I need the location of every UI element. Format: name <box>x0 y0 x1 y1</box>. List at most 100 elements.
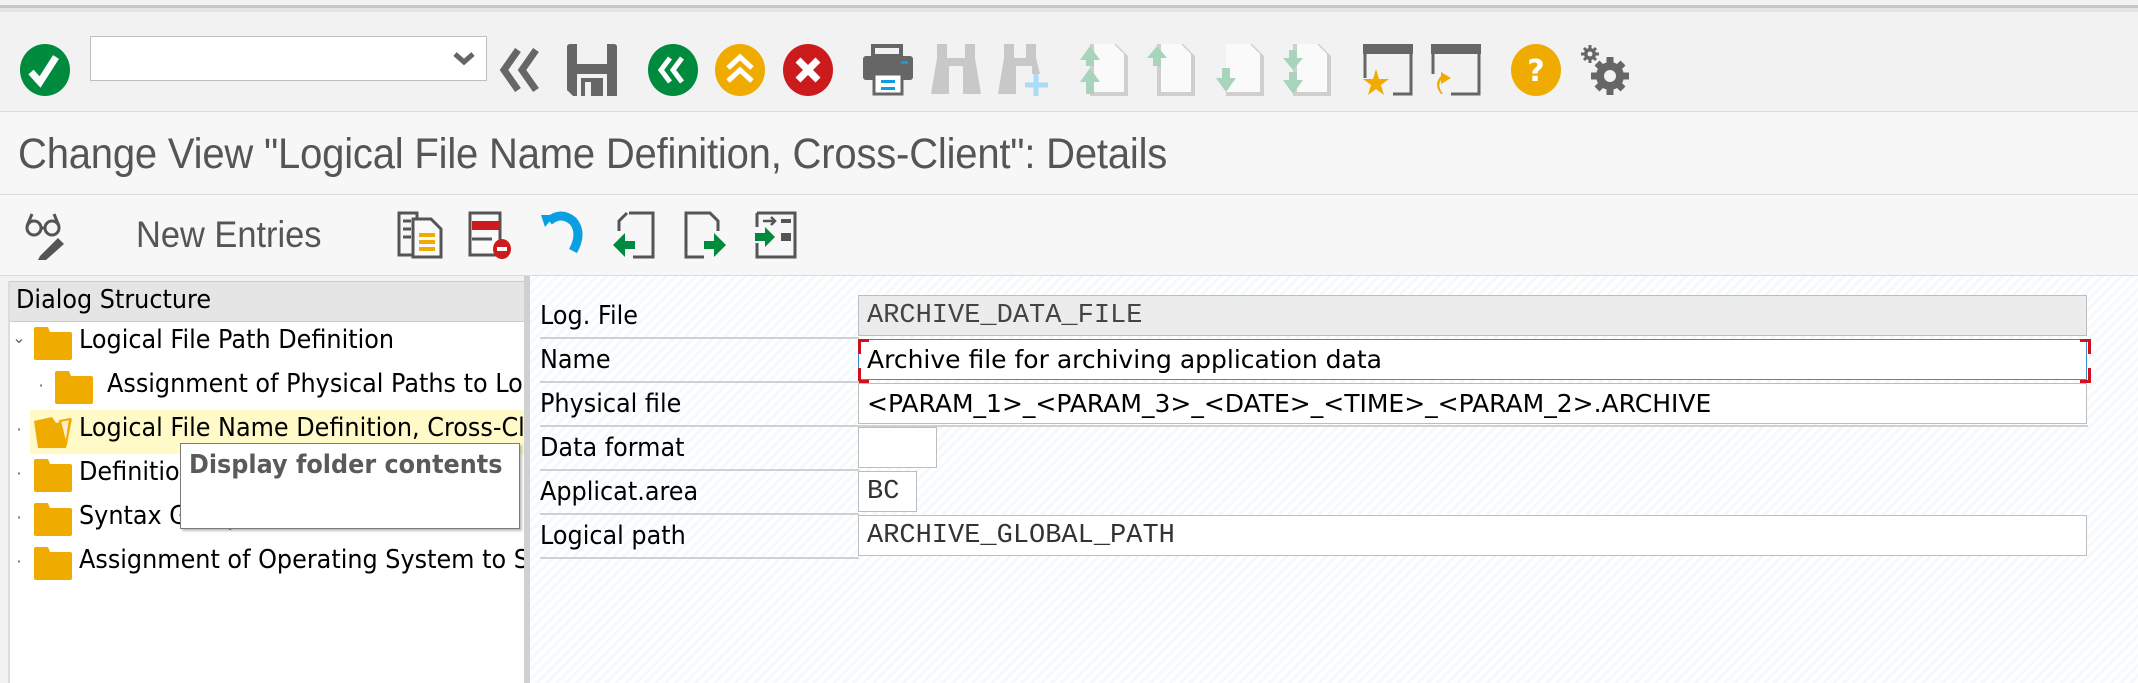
tree-leaf-marker: · <box>16 552 22 571</box>
find-next-button[interactable] <box>998 44 1048 96</box>
create-shortcut-button[interactable] <box>1431 44 1481 96</box>
previous-entry-icon <box>613 211 655 259</box>
first-page-button[interactable] <box>1080 44 1130 96</box>
first-page-icon <box>1080 44 1128 96</box>
previous-page-icon <box>1147 44 1195 96</box>
tooltip-text: Display folder contents <box>189 450 503 480</box>
back-circle-icon <box>648 44 698 96</box>
title-bar: Change View "Logical File Name Definitio… <box>0 112 2138 195</box>
folder-closed-icon <box>34 503 72 536</box>
delete-button[interactable] <box>466 209 516 261</box>
help-circle-icon: ? <box>1511 44 1561 96</box>
copy-as-button[interactable] <box>395 209 445 261</box>
tooltip: Display folder contents <box>180 443 520 529</box>
printer-icon <box>863 44 913 96</box>
next-page-button[interactable] <box>1216 44 1266 96</box>
find-button[interactable] <box>931 44 981 96</box>
delete-row-icon <box>468 211 511 259</box>
physical-file-field[interactable] <box>858 383 2087 424</box>
back-button[interactable] <box>648 44 698 96</box>
data-format-field[interactable] <box>858 427 937 468</box>
command-field[interactable] <box>90 36 487 81</box>
logical-path-label: Logical path <box>540 521 686 551</box>
select-entries-icon <box>755 211 797 259</box>
focus-corner <box>858 368 869 383</box>
page-title: Change View "Logical File Name Definitio… <box>18 130 1168 178</box>
help-button[interactable]: ? <box>1511 44 1561 96</box>
floppy-disk-icon <box>567 44 617 96</box>
tree-item-assignment-physical-paths[interactable]: · Assignment of Physical Paths to Logica… <box>10 366 524 410</box>
collapse-command-field-button[interactable] <box>496 44 546 96</box>
folder-closed-icon <box>55 371 93 404</box>
previous-entry-button[interactable] <box>609 209 659 261</box>
cancel-button[interactable] <box>783 44 833 96</box>
details-form: Log. File Name Physical file Data format… <box>530 276 2138 683</box>
command-history-dropdown[interactable] <box>452 47 476 71</box>
form-row-data-format: Data format <box>540 427 2088 471</box>
focus-corner <box>2080 368 2091 383</box>
next-entry-button[interactable] <box>680 209 730 261</box>
create-session-button[interactable] <box>1363 44 1413 96</box>
binoculars-icon <box>931 44 981 94</box>
logical-path-field[interactable] <box>858 515 2087 556</box>
form-row-name: Name <box>540 339 2091 383</box>
application-area-label: Applicat.area <box>540 477 699 507</box>
glasses-pencil-icon <box>25 213 64 260</box>
next-entry-icon <box>684 211 726 259</box>
physical-file-label: Physical file <box>540 389 682 419</box>
customize-layout-button[interactable] <box>1580 44 1630 96</box>
folder-closed-icon <box>34 327 72 360</box>
cancel-circle-icon <box>783 44 833 96</box>
form-row-log-file: Log. File <box>540 295 2088 339</box>
svg-text:?: ? <box>1527 54 1544 89</box>
folder-closed-icon <box>34 547 72 580</box>
command-input[interactable] <box>91 37 451 80</box>
new-entries-button[interactable]: New Entries <box>136 211 321 259</box>
tree-leaf-marker: · <box>38 376 44 395</box>
form-row-logical-path: Logical path <box>540 515 2088 559</box>
window-shortcut-icon <box>1431 44 1481 96</box>
print-button[interactable] <box>863 44 913 96</box>
log-file-field <box>858 295 2087 336</box>
name-field[interactable] <box>858 339 2087 380</box>
window-top-edge <box>0 0 2138 8</box>
tree-item-logical-file-path-definition[interactable]: ⌄ Logical File Path Definition <box>10 322 524 366</box>
focus-corner <box>858 339 869 354</box>
gears-icon <box>1581 45 1629 95</box>
undo-icon <box>541 211 583 254</box>
exit-button[interactable] <box>715 44 765 96</box>
form-row-physical-file: Physical file <box>540 383 2088 427</box>
row-separator <box>540 557 859 559</box>
enter-button[interactable] <box>20 44 70 96</box>
tree-leaf-marker: · <box>16 464 22 483</box>
tree-item-label: Logical File Path Definition <box>79 325 395 355</box>
double-chevron-left-icon <box>499 48 539 92</box>
check-circle-icon <box>20 44 70 96</box>
copy-doc-icon <box>397 211 443 259</box>
undo-change-button[interactable] <box>537 209 587 261</box>
last-page-icon <box>1283 44 1331 96</box>
system-toolbar: ? <box>0 12 2138 112</box>
tree-item-assignment-operating-system[interactable]: · Assignment of Operating System to Synt… <box>10 542 524 586</box>
form-row-application-area: Applicat.area <box>540 471 2088 515</box>
data-format-label: Data format <box>540 433 685 463</box>
previous-page-button[interactable] <box>1147 44 1197 96</box>
folder-open-icon <box>34 417 72 448</box>
application-toolbar: New Entries <box>0 195 2138 276</box>
log-file-label: Log. File <box>540 301 638 331</box>
folder-closed-icon <box>34 459 72 492</box>
last-page-button[interactable] <box>1283 44 1333 96</box>
application-area-field[interactable] <box>858 471 917 512</box>
tree-leaf-marker: · <box>16 508 22 527</box>
select-entries-button[interactable] <box>751 209 801 261</box>
tree-item-label: Assignment of Operating System to Syntax… <box>79 545 524 575</box>
tree-expand-toggle[interactable]: ⌄ <box>12 328 26 348</box>
display-change-toggle-button[interactable] <box>23 209 73 261</box>
save-button[interactable] <box>567 44 617 96</box>
tree-leaf-marker: · <box>16 420 22 439</box>
next-page-icon <box>1216 44 1264 96</box>
window-star-icon <box>1363 44 1413 96</box>
exit-circle-icon <box>715 44 765 96</box>
chevron-down-icon <box>453 52 475 66</box>
tree-item-label: Assignment of Physical Paths to Logical … <box>107 369 524 399</box>
